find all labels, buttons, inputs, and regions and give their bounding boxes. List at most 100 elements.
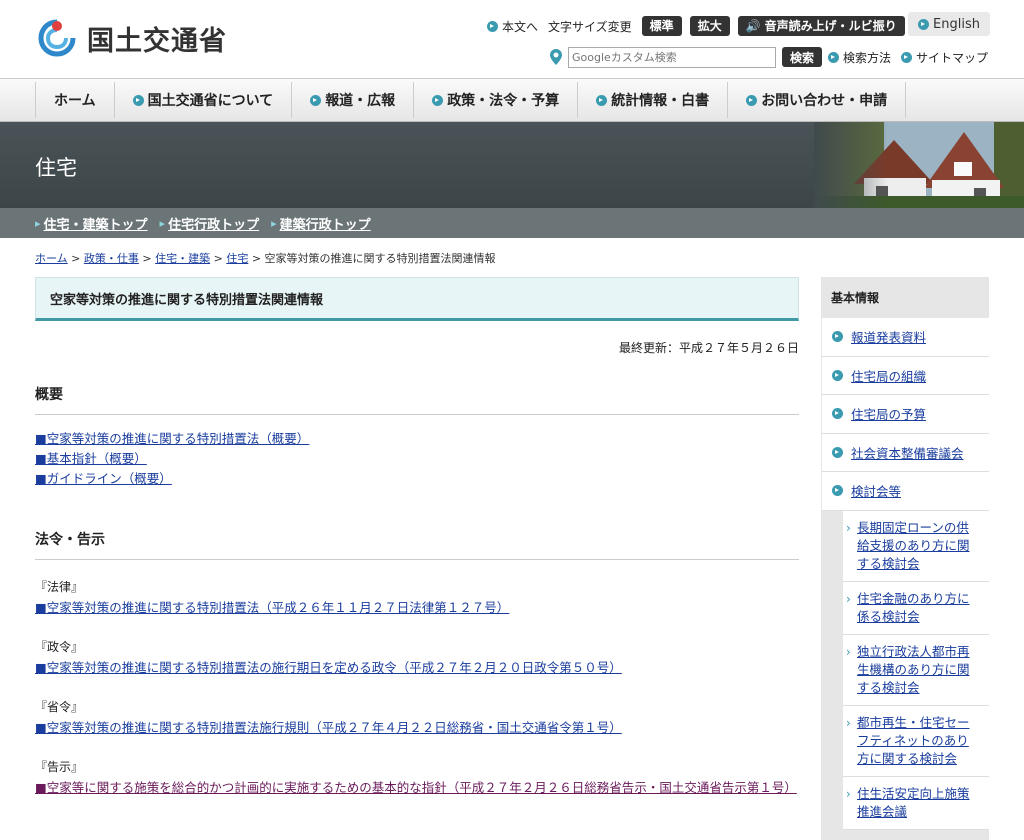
breadcrumb-link[interactable]: ホーム [35, 252, 68, 265]
sidebar-subitem[interactable]: › 住宅金融のあり方に係る検討会 [843, 581, 989, 635]
sidebar-item-label[interactable]: 検討会等 [851, 481, 901, 500]
overview-link[interactable]: ■基本指針（概要） [35, 449, 799, 469]
sidebar-item-study-groups[interactable]: 検討会等 [822, 472, 989, 511]
last-updated-date: 最終更新：平成２７年５月２６日 [618, 341, 799, 355]
nav-item-press[interactable]: 報道・広報 [291, 82, 413, 118]
law-group: 『省令』 ■空家等対策の推進に関する特別措置法施行規則（平成２７年４月２２日総務… [35, 698, 799, 738]
utility-bar: 本文へ 文字サイズ変更 標準 拡大 🔊 音声読み上げ・ルビ振り [487, 15, 913, 37]
sidebar-item-organization[interactable]: 住宅局の組織 [822, 356, 989, 395]
subnav-link[interactable]: 住宅行政トップ [168, 214, 259, 233]
main-content: 空家等対策の推進に関する特別措置法関連情報 最終更新：平成２７年５月２６日 概要… [35, 277, 799, 798]
arrow-bullet-icon [832, 331, 843, 343]
arrow-bullet-icon [832, 369, 843, 381]
nav-item-policy[interactable]: 政策・法令・予算 [413, 82, 577, 118]
search-method-link[interactable]: 検索方法 [828, 49, 891, 66]
chevron-right-icon: › [846, 644, 851, 659]
site-header: 国土交通省 本文へ 文字サイズ変更 標準 拡大 🔊 音声読み上げ・ルビ振り En… [0, 0, 1024, 78]
sidebar-title: 基本情報 [831, 291, 880, 305]
nav-item-label: お問い合わせ・申請 [761, 93, 888, 109]
sidebar-item-press-release[interactable]: 報道発表資料 [822, 318, 989, 357]
font-standard-button[interactable]: 標準 [641, 16, 682, 36]
nav-item-about[interactable]: 国土交通省について [113, 82, 292, 118]
arrow-bullet-icon [832, 485, 843, 497]
breadcrumb: ホーム > 政策・仕事 > 住宅・建築 > 住宅 > 空家等対策の推進に関する特… [35, 252, 496, 265]
subnav-item[interactable]: ▸ 建築行政トップ [271, 214, 371, 233]
chevron-right-icon: › [846, 786, 851, 801]
subnav-item[interactable]: ▸ 住宅・建築トップ [35, 214, 148, 233]
english-label: English [933, 16, 980, 32]
section-title-laws: 法令・告示 [35, 529, 799, 560]
arrow-bullet-icon [828, 51, 840, 63]
sidebar-subitem-label[interactable]: 住宅金融のあり方に係る検討会 [857, 591, 970, 624]
chevron-right-icon: › [846, 591, 851, 606]
law-group-label: 『告示』 [35, 760, 84, 774]
subnav-item[interactable]: ▸ 住宅行政トップ [160, 214, 260, 233]
arrow-bullet-icon [918, 18, 930, 30]
law-group: 『法律』 ■空家等対策の推進に関する特別措置法（平成２６年１１月２７日法律第１２… [35, 578, 799, 618]
sidebar-subitem-label[interactable]: 住生活安定向上施策推進会議 [857, 786, 970, 819]
sidebar-item-label[interactable]: 住宅局の組織 [851, 366, 926, 385]
law-group-label: 『法律』 [35, 580, 84, 594]
sidebar-subitem[interactable]: › 独立行政法人都市再生機構のあり方に関する検討会 [843, 634, 989, 706]
sitemap-link[interactable]: サイトマップ [901, 49, 988, 66]
sitemap-label: サイトマップ [916, 50, 989, 65]
sidebar-subitem-label[interactable]: 独立行政法人都市再生機構のあり方に関する検討会 [857, 644, 970, 695]
law-link[interactable]: ■空家等対策の推進に関する特別措置法施行規則（平成２７年４月２２日総務省・国土交… [35, 718, 799, 738]
law-group: 『告示』 ■空家等に関する施策を総合的かつ計画的に実施するための基本的な指針（平… [35, 758, 799, 798]
chevron-right-icon: › [846, 715, 851, 730]
breadcrumb-link[interactable]: 政策・仕事 [84, 252, 139, 265]
overview-link[interactable]: ■ガイドライン（概要） [35, 469, 799, 489]
category-banner: 住宅 [0, 122, 1024, 208]
arrow-bullet-icon [596, 94, 608, 106]
breadcrumb-link[interactable]: 住宅 [226, 252, 248, 265]
nav-item-contact[interactable]: お問い合わせ・申請 [727, 82, 907, 118]
nav-item-label: 国土交通省について [147, 93, 274, 109]
subnav-link[interactable]: 住宅・建築トップ [44, 214, 148, 233]
font-size-label: 文字サイズ変更 [548, 19, 632, 34]
sidebar-item-budget[interactable]: 住宅局の予算 [822, 395, 989, 434]
nav-item-label: 報道・広報 [325, 93, 396, 109]
voice-reading-label: 音声読み上げ・ルビ振り [764, 19, 897, 33]
arrow-right-icon: ▸ [271, 216, 277, 230]
law-link[interactable]: ■空家等対策の推進に関する特別措置法（平成２６年１１月２７日法律第１２７号） [35, 598, 799, 618]
law-link[interactable]: ■空家等対策の推進に関する特別措置法の施行期日を定める政令（平成２７年２月２０日… [35, 658, 799, 678]
voice-reading-button[interactable]: 🔊 音声読み上げ・ルビ振り [737, 16, 905, 36]
english-button[interactable]: English [908, 12, 990, 36]
sidebar: 基本情報 報道発表資料 住宅局の組織 住宅局の予算 社会資本整備審議会 検討会等… [821, 277, 989, 840]
subnav-link[interactable]: 建築行政トップ [280, 214, 371, 233]
skip-to-content-link[interactable]: 本文へ [487, 18, 538, 35]
font-large-button[interactable]: 拡大 [689, 16, 730, 36]
arrow-bullet-icon [310, 94, 322, 106]
arrow-bullet-icon [746, 94, 758, 106]
arrow-bullet-icon [487, 20, 498, 32]
search-input[interactable] [568, 46, 776, 68]
sidebar-item-label[interactable]: 報道発表資料 [851, 327, 926, 346]
sidebar-item-council[interactable]: 社会資本整備審議会 [822, 433, 989, 472]
site-logo[interactable]: 国土交通省 [35, 16, 227, 60]
site-logo-text: 国土交通省 [87, 25, 227, 57]
breadcrumb-link[interactable]: 住宅・建築 [155, 252, 210, 265]
sidebar-subitem[interactable]: › 住生活安定向上施策推進会議 [843, 776, 989, 830]
house-photo-image [814, 122, 1024, 208]
search-button[interactable]: 検索 [782, 47, 823, 67]
global-nav: ホーム 国土交通省について 報道・広報 政策・法令・予算 統計情報・白書 お問い… [0, 78, 1024, 122]
nav-item-statistics[interactable]: 統計情報・白書 [577, 82, 727, 118]
law-group-label: 『政令』 [35, 640, 84, 654]
arrow-bullet-icon [901, 51, 913, 63]
sidebar-subitem[interactable]: › 長期固定ローンの供給支援のあり方に関する検討会 [843, 510, 989, 582]
sidebar-item-label[interactable]: 住宅局の予算 [851, 404, 926, 423]
page-title: 空家等対策の推進に関する特別措置法関連情報 [35, 277, 799, 321]
sidebar-subitem[interactable]: › 都市再生・住宅セーフティネットのあり方に関する検討会 [843, 705, 989, 777]
sidebar-item-label[interactable]: 社会資本整備審議会 [851, 443, 964, 462]
arrow-bullet-icon [432, 94, 444, 106]
arrow-right-icon: ▸ [159, 216, 166, 230]
breadcrumb-current: 空家等対策の推進に関する特別措置法関連情報 [264, 252, 496, 265]
arrow-bullet-icon [832, 408, 843, 420]
laws-link-list: 『法律』 ■空家等対策の推進に関する特別措置法（平成２６年１１月２７日法律第１２… [35, 578, 799, 798]
nav-item-label: ホーム [54, 93, 96, 109]
law-link[interactable]: ■空家等に関する施策を総合的かつ計画的に実施するための基本的な指針（平成２７年２… [35, 778, 799, 798]
overview-link[interactable]: ■空家等対策の推進に関する特別措置法（概要） [35, 429, 799, 449]
nav-item-home[interactable]: ホーム [35, 82, 114, 118]
sidebar-subitem-label[interactable]: 長期固定ローンの供給支援のあり方に関する検討会 [857, 520, 970, 571]
sidebar-subitem-label[interactable]: 都市再生・住宅セーフティネットのあり方に関する検討会 [857, 715, 970, 766]
